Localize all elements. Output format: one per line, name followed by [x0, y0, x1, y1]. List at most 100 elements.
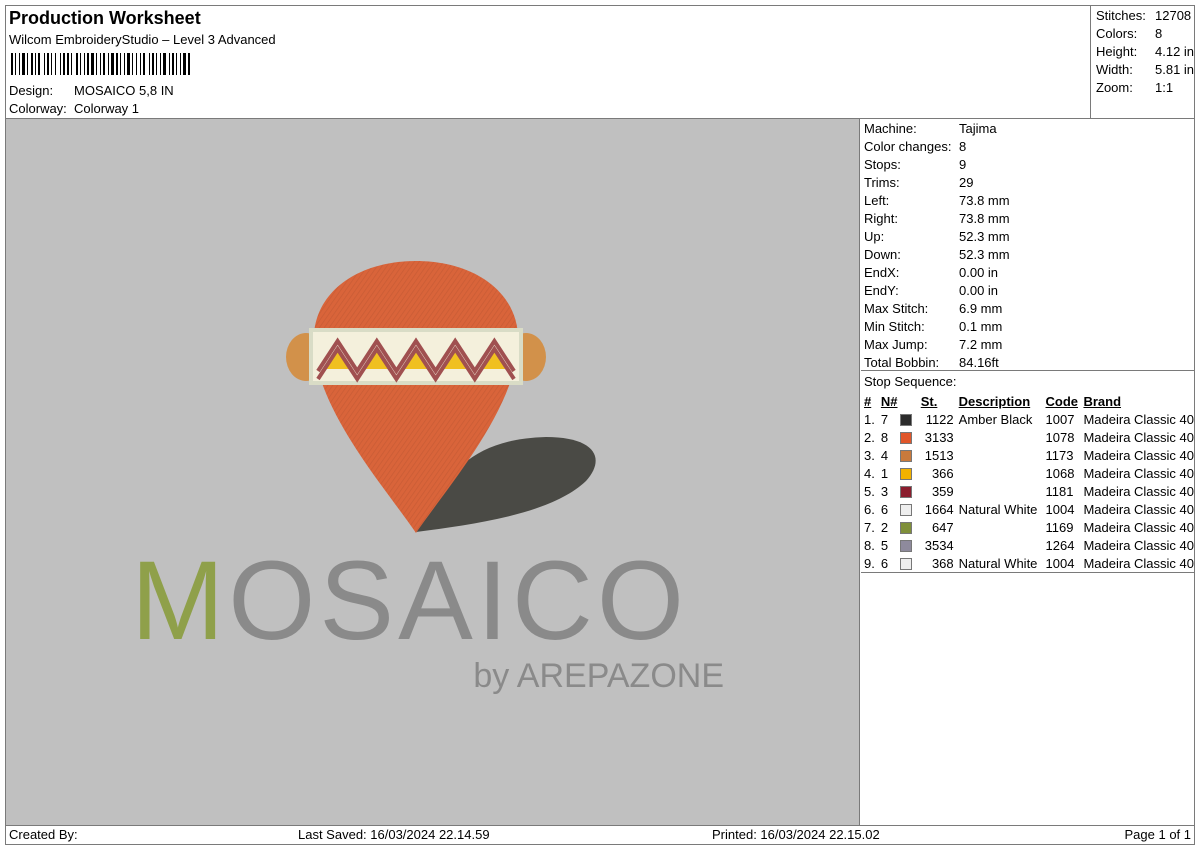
row-stitches: 1122 [925, 411, 954, 427]
row-description [954, 446, 1046, 464]
row-needle: 1 [881, 464, 921, 482]
barcode-bar [84, 53, 85, 75]
color-swatch [899, 557, 912, 570]
row-brand: Madeira Classic 40 [1083, 429, 1194, 445]
machine-info-label: EndY: [864, 283, 899, 298]
barcode-bar [163, 53, 166, 75]
row-stitches: 3133 [924, 429, 954, 445]
color-swatch [899, 449, 912, 462]
row-index: 7. [864, 519, 875, 535]
needle-number: 1 [880, 465, 889, 481]
barcode-bar [127, 53, 130, 75]
machine-info-value: 8 [959, 139, 967, 154]
row-code: 1078 [1045, 429, 1075, 445]
needle-number: 5 [880, 537, 889, 553]
needle-number: 7 [880, 411, 889, 427]
needle-number: 6 [880, 501, 889, 517]
printed-date: Printed: 16/03/2024 22.15.02 [712, 827, 880, 842]
stat-zoom: Zoom: 1:1 [1096, 80, 1196, 98]
barcode-bar [188, 53, 190, 75]
colorway-row: Colorway: Colorway 1 [9, 101, 139, 116]
barcode-bar [60, 53, 61, 75]
worksheet-footer: Created By: Last Saved: 16/03/2024 22.14… [6, 825, 1194, 845]
stat-width: Width: 5.81 in [1096, 62, 1196, 80]
barcode-bar [55, 53, 56, 75]
machine-info-value: 73.8 mm [959, 211, 1010, 226]
machine-info-label: EndX: [864, 265, 900, 280]
worksheet-header: Production Worksheet Wilcom EmbroiderySt… [6, 6, 1090, 118]
barcode-bar [91, 53, 94, 75]
barcode-bar [136, 53, 137, 75]
row-stitches: 3534 [924, 537, 954, 553]
machine-info: Machine: Tajima Color changes: 8 Stops: 9 Trim… [861, 119, 1194, 371]
barcode-bar [19, 53, 20, 75]
needle-number: 2 [880, 519, 889, 535]
barcode-bar [76, 53, 78, 75]
table-row: 2. 8 3133 1078 Madeira Classic 40 [864, 428, 1194, 446]
row-brand: Madeira Classic 40 [1083, 447, 1194, 463]
machine-info-row: Up: 52.3 mm [864, 229, 1194, 247]
col-needle: N# [880, 393, 898, 409]
table-row: 3. 4 1513 1173 Madeira Classic 40 [864, 446, 1194, 464]
machine-info-row: Trims: 29 [864, 175, 1194, 193]
byline: by AREPAZONE [473, 657, 724, 695]
machine-info-value: 52.3 mm [959, 229, 1010, 244]
stat-label: Height: [1096, 44, 1138, 59]
table-row: 6. 6 1664 Natural White 1004 Madeira Classic… [864, 500, 1194, 518]
needle-number: 3 [880, 483, 889, 499]
design-row: Design: MOSAICO 5,8 IN [9, 83, 174, 98]
row-description: Natural White [958, 555, 1038, 571]
needle-number: 6 [880, 555, 889, 571]
row-code: 1004 [1045, 555, 1075, 571]
row-description [954, 518, 1046, 536]
stat-label: Colors: [1096, 26, 1138, 41]
machine-info-value: 52.3 mm [959, 247, 1010, 262]
barcode-bar [108, 53, 109, 75]
color-swatch [899, 539, 912, 552]
row-index: 1. [864, 411, 875, 427]
machine-info-row: Color changes: 8 [864, 139, 1194, 157]
row-code: 1004 [1045, 501, 1075, 517]
machine-info-label: Up: [864, 229, 885, 244]
stat-value: 4.12 in [1155, 44, 1195, 59]
stat-colors: Colors: 8 [1096, 26, 1196, 44]
design-label: Design: [9, 83, 54, 98]
barcode-bar [11, 53, 13, 75]
needle-number: 8 [880, 429, 889, 445]
row-description [954, 536, 1046, 554]
row-index: 5. [864, 483, 875, 499]
machine-info-label: Color changes: [864, 139, 952, 154]
machine-info-value: 0.00 in [959, 283, 999, 298]
row-brand: Madeira Classic 40 [1083, 519, 1194, 535]
row-description: Natural White [958, 501, 1038, 517]
row-index: 3. [864, 447, 875, 463]
row-description [954, 482, 1046, 500]
col-code: Code [1045, 393, 1079, 409]
row-needle: 6 [881, 500, 921, 518]
barcode-bar [169, 53, 170, 75]
row-brand: Madeira Classic 40 [1083, 411, 1194, 427]
row-needle: 3 [881, 482, 921, 500]
row-brand: Madeira Classic 40 [1083, 501, 1194, 517]
barcode-bar [149, 53, 150, 75]
barcode-bar [44, 53, 45, 75]
barcode-bar [111, 53, 114, 75]
machine-info-value: 7.2 mm [959, 337, 1003, 352]
row-brand: Madeira Classic 40 [1083, 465, 1194, 481]
table-row: 1. 7 1122 Amber Black 1007 Madeira Classic 4… [864, 410, 1194, 428]
machine-info-label: Trims: [864, 175, 900, 190]
barcode-bar [183, 53, 186, 75]
row-needle: 8 [881, 428, 921, 446]
col-description: Description [958, 393, 1031, 409]
machine-info-label: Left: [864, 193, 890, 208]
stop-sequence: Stop Sequence: # N# St. Description Code… [861, 372, 1194, 573]
table-row: 5. 3 359 1181 Madeira Classic 40 [864, 482, 1194, 500]
barcode-bar [143, 53, 145, 75]
table-row: 7. 2 647 1169 Madeira Classic 40 [864, 518, 1194, 536]
row-code: 1169 [1045, 519, 1074, 535]
wordmark-m: M [131, 538, 228, 663]
barcode-bar [87, 53, 89, 75]
barcode-bar [180, 53, 181, 75]
machine-info-row: Min Stitch: 0.1 mm [864, 319, 1194, 337]
page-number: Page 1 of 1 [1124, 827, 1192, 842]
